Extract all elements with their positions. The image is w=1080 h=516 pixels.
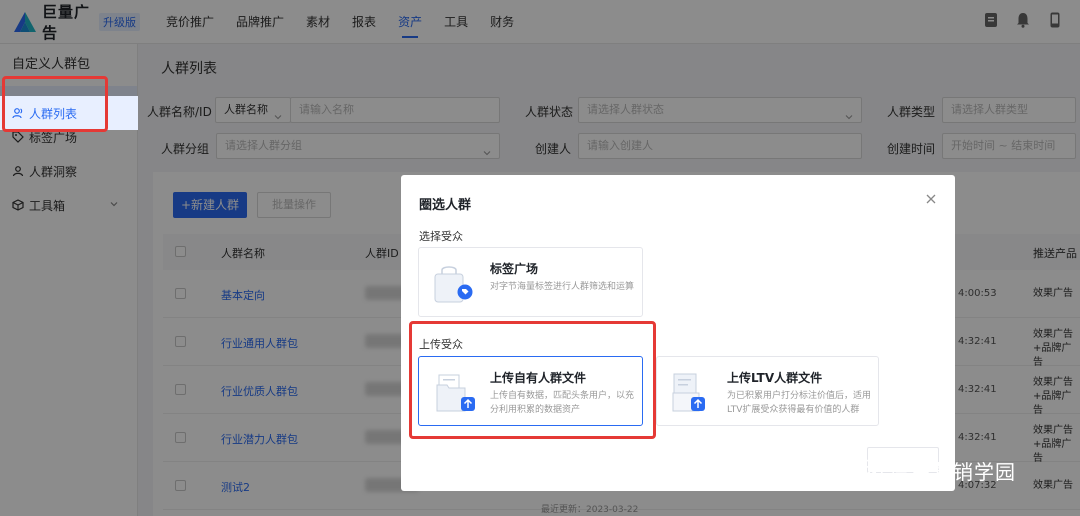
upload-ltv-audience-card[interactable]: 上传LTV人群文件 为已积累用户打分标注价值后，适用LTV扩展受众获得最有价值的… xyxy=(656,356,879,426)
section-label-select: 选择受众 xyxy=(419,230,463,243)
watermark-text: 厚昌营销学园 xyxy=(890,460,1016,484)
tag-square-card[interactable]: 标签广场 对字节海量标签进行人群筛选和运算 xyxy=(418,247,643,317)
modal-title: 圈选人群 xyxy=(419,198,472,213)
tag-square-card-title: 标签广场 xyxy=(490,262,539,276)
wechat-icon xyxy=(848,458,884,484)
upload-ltv-card-title: 上传LTV人群文件 xyxy=(727,371,823,385)
upload-ltv-card-desc: 为已积累用户打分标注价值后，适用LTV扩展受众获得最有价值的人群 xyxy=(727,391,872,415)
annotation-highlight-sidebar xyxy=(2,76,108,132)
tag-square-card-desc: 对字节海量标签进行人群筛选和运算 xyxy=(490,282,635,292)
shopping-bag-tag-icon xyxy=(431,262,475,306)
upload-ltv-icon xyxy=(671,371,715,415)
watermark: 厚昌营销学园 xyxy=(848,456,1016,485)
close-icon[interactable] xyxy=(925,193,937,205)
annotation-highlight-upload xyxy=(409,321,656,439)
